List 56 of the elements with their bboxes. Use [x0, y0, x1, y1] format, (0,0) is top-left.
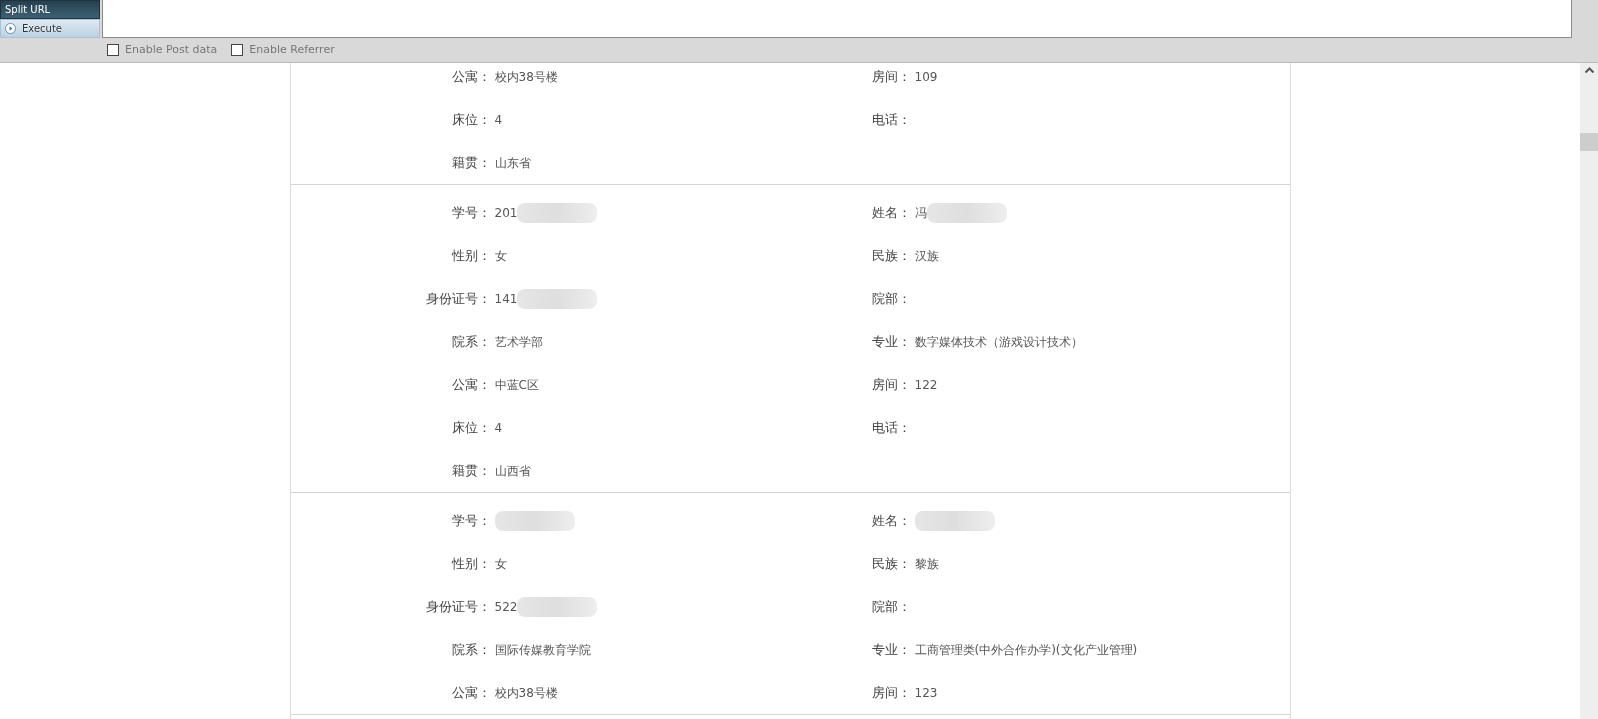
field-label: 性别：	[450, 554, 491, 573]
field-label: 房间：	[870, 375, 911, 394]
field-label: 公寓：	[450, 67, 491, 86]
play-icon	[5, 23, 16, 34]
field-value: 4	[494, 419, 503, 437]
field-value: 女	[494, 247, 507, 265]
field-label: 电话：	[870, 110, 911, 129]
field-label: 房间：	[870, 67, 911, 86]
scroll-up-icon[interactable]	[1584, 67, 1594, 73]
field-label: 房间：	[870, 683, 911, 702]
field-value: 黎族	[914, 555, 939, 573]
field-value: 123	[914, 684, 938, 702]
field-value: 数字媒体技术（游戏设计技术）	[914, 333, 1083, 351]
field-label: 公寓：	[450, 683, 491, 702]
field-label: 公寓：	[450, 375, 491, 394]
field-value: 141	[494, 290, 518, 308]
field-label: 民族：	[870, 554, 911, 573]
field-label: 籍贯：	[450, 461, 491, 480]
field-label: 专业：	[870, 332, 911, 351]
url-field[interactable]	[102, 0, 1572, 38]
field-label: 姓名：	[870, 511, 911, 530]
field-value: 山东省	[494, 154, 531, 172]
field-value: 122	[914, 376, 938, 394]
field-value: 中蓝C区	[494, 376, 539, 394]
field-value: 国际传媒教育学院	[494, 641, 591, 659]
scroll-thumb[interactable]	[1580, 133, 1598, 151]
field-label: 身份证号：	[424, 289, 491, 308]
field-label: 床位：	[450, 418, 491, 437]
field-value: 校内38号楼	[494, 684, 558, 702]
field-label: 床位：	[450, 110, 491, 129]
field-value: 女	[494, 555, 507, 573]
field-value: 艺术学部	[494, 333, 543, 351]
split-url-button[interactable]: Split URL	[0, 0, 100, 19]
field-value: 201	[494, 204, 518, 222]
field-label: 院系：	[450, 332, 491, 351]
execute-button[interactable]: Execute	[0, 19, 100, 38]
field-value: 522	[494, 598, 518, 616]
field-label: 院部：	[870, 289, 911, 308]
field-label: 民族：	[870, 246, 911, 265]
field-value: 汉族	[914, 247, 939, 265]
field-label: 电话：	[870, 418, 911, 437]
field-label: 院部：	[870, 597, 911, 616]
field-label: 学号：	[450, 203, 491, 222]
field-label: 身份证号：	[424, 597, 491, 616]
field-value: 109	[914, 68, 938, 86]
field-value: 4	[494, 111, 503, 129]
field-label: 专业：	[870, 640, 911, 659]
field-label: 姓名：	[870, 203, 911, 222]
field-label: 学号：	[450, 511, 491, 530]
field-label: 籍贯：	[450, 153, 491, 172]
field-label: 性别：	[450, 246, 491, 265]
field-value: 山西省	[494, 462, 531, 480]
field-value: 工商管理类(中外合作办学)(文化产业管理)	[914, 641, 1138, 659]
field-value: 校内38号楼	[494, 68, 558, 86]
field-label: 院系：	[450, 640, 491, 659]
field-value: 冯	[914, 204, 927, 222]
